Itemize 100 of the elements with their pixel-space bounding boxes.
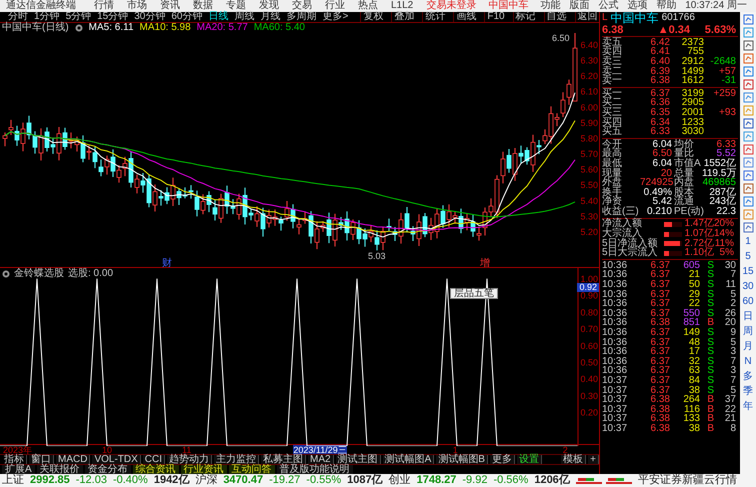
period-shortcut[interactable]: 1 bbox=[745, 235, 751, 248]
toolbar-icon[interactable] bbox=[742, 118, 754, 129]
menu-item[interactable]: 行业 bbox=[325, 1, 345, 11]
menu-item[interactable]: 帮助 bbox=[656, 1, 676, 11]
toolbar-icon[interactable] bbox=[742, 222, 754, 233]
period-shortcut[interactable]: 年 bbox=[743, 400, 753, 413]
info-tab[interactable]: 资金分布 bbox=[84, 464, 131, 474]
indicator-tab[interactable]: 设置 bbox=[516, 454, 542, 464]
floating-toolbar[interactable]: 层品五笔 bbox=[450, 288, 498, 299]
period-tab[interactable]: 月线 bbox=[260, 12, 280, 22]
toolbar-icon[interactable] bbox=[742, 170, 754, 181]
menu-item[interactable]: 公式 bbox=[598, 1, 618, 11]
menu-item[interactable]: L1L2 bbox=[391, 1, 414, 11]
toolbar-icon[interactable] bbox=[742, 183, 754, 194]
indicator-tab[interactable]: MA2 bbox=[308, 454, 334, 464]
menu-item[interactable]: 资讯 bbox=[160, 1, 180, 11]
chart-tool-button[interactable]: 复权 bbox=[360, 12, 386, 22]
period-tab[interactable]: 1分钟 bbox=[34, 12, 60, 22]
period-tab[interactable]: 5分钟 bbox=[66, 12, 92, 22]
info-tab[interactable]: 普及版功能说明 bbox=[276, 464, 353, 474]
toolbar-icon[interactable] bbox=[742, 209, 754, 220]
menu-item[interactable]: 版面 bbox=[569, 1, 590, 11]
toolbar-icon[interactable] bbox=[742, 66, 754, 77]
chart-tool-button[interactable]: 画线 bbox=[453, 12, 478, 22]
period-tab[interactable]: 30分钟 bbox=[134, 12, 166, 22]
chart-tool-button[interactable]: 叠加 bbox=[391, 12, 416, 22]
indicator-tab[interactable]: VOL-TDX bbox=[92, 454, 141, 464]
toolbar-icon[interactable] bbox=[742, 196, 754, 207]
period-tab[interactable]: 日线 bbox=[208, 12, 228, 22]
period-shortcut[interactable]: 5 bbox=[745, 250, 751, 263]
toolbar-icon[interactable] bbox=[742, 27, 754, 38]
period-shortcut[interactable]: 月 bbox=[743, 340, 753, 353]
event-marker[interactable]: 增 bbox=[480, 258, 490, 267]
cursor-value: 0.92 bbox=[577, 283, 599, 292]
tick-volume: 63 bbox=[688, 366, 700, 376]
add-button[interactable]: + bbox=[588, 454, 599, 464]
toolbar-icon[interactable] bbox=[742, 131, 754, 142]
menu-item[interactable]: 专题 bbox=[226, 1, 246, 11]
period-tab[interactable]: 分时 bbox=[8, 12, 28, 22]
toolbar-icon[interactable] bbox=[742, 92, 754, 103]
menu-item[interactable]: 功能 bbox=[540, 1, 560, 11]
period-shortcut[interactable]: 季 bbox=[743, 385, 753, 398]
toolbar-icon[interactable] bbox=[742, 53, 754, 64]
indicator-tab[interactable]: 测试幅图A bbox=[382, 454, 434, 464]
indicator-tab[interactable]: 窗口 bbox=[29, 454, 54, 464]
chart-tool-button[interactable]: F10 bbox=[484, 12, 507, 22]
chart-tool-button[interactable]: 标记 bbox=[512, 12, 538, 22]
period-tab[interactable]: 60分钟 bbox=[171, 12, 202, 22]
template-button[interactable]: 模板 bbox=[561, 454, 586, 464]
toolbar-icon[interactable] bbox=[742, 14, 754, 25]
tick-count: 7 bbox=[729, 376, 736, 386]
period-shortcut[interactable]: 30 bbox=[742, 280, 754, 293]
period-tab[interactable]: 周线 bbox=[234, 12, 254, 22]
tick-count: 7 bbox=[729, 356, 736, 367]
period-tab[interactable]: 多周期 bbox=[286, 12, 316, 22]
settings-icon[interactable] bbox=[74, 24, 83, 32]
info-tab[interactable]: 互动问答 bbox=[228, 464, 275, 474]
indicator-tab[interactable]: 测试主图 bbox=[336, 454, 381, 464]
toolbar-icon[interactable] bbox=[742, 79, 754, 90]
period-shortcut[interactable]: 周 bbox=[743, 325, 753, 338]
info-tab[interactable]: 关联报价 bbox=[36, 464, 83, 474]
chart-title: 中国中车(日线) bbox=[2, 23, 69, 33]
menu-item[interactable]: 数据 bbox=[193, 1, 213, 11]
period-shortcut[interactable]: 日 bbox=[743, 310, 753, 323]
settings-icon[interactable] bbox=[2, 270, 10, 278]
tick-count: 9 bbox=[729, 328, 736, 338]
indicator-tab[interactable]: 私募主图 bbox=[261, 454, 306, 464]
menu-item[interactable]: 发现 bbox=[259, 1, 279, 11]
price-label: 5.40 bbox=[580, 196, 598, 206]
tick-price: 6.38 bbox=[650, 404, 670, 415]
menu-item[interactable]: 选项 bbox=[627, 1, 648, 11]
toolbar-icon[interactable] bbox=[742, 144, 754, 155]
period-shortcut[interactable]: 多 bbox=[743, 370, 753, 383]
chart-tool-button[interactable]: 返回 bbox=[574, 12, 600, 22]
chart-tool-button[interactable]: 统计 bbox=[422, 12, 448, 22]
period-shortcut[interactable]: 60 bbox=[742, 295, 754, 308]
menu-item[interactable]: 热点 bbox=[358, 1, 378, 11]
indicator-tab[interactable]: 测试幅图B bbox=[436, 454, 488, 464]
menu-item[interactable]: 行情 bbox=[94, 1, 114, 11]
info-tab[interactable]: 行业资讯 bbox=[180, 464, 227, 474]
indicator-tab[interactable]: CCI bbox=[142, 454, 166, 464]
flow-percent: 14% bbox=[714, 229, 734, 240]
period-shortcut[interactable]: N bbox=[744, 355, 752, 368]
indicator-tab[interactable]: MACD bbox=[56, 454, 90, 464]
indicator-tab[interactable]: 主力监控 bbox=[214, 454, 260, 464]
indicator-tab[interactable]: 更多 bbox=[490, 454, 515, 464]
info-tab[interactable]: 综合资讯 bbox=[132, 464, 179, 474]
order-volume: 3199 bbox=[680, 88, 704, 99]
info-tab[interactable]: 扩展A bbox=[2, 464, 35, 474]
stat-value: 724925 bbox=[640, 178, 672, 188]
period-shortcut[interactable]: 15 bbox=[742, 265, 754, 278]
indicator-tab[interactable]: 趋势动力 bbox=[167, 454, 212, 464]
chart-tool-button[interactable]: 自选 bbox=[544, 12, 569, 22]
toolbar-icon[interactable] bbox=[742, 40, 754, 51]
index-value: 3470.47 bbox=[223, 475, 264, 486]
period-tab[interactable]: 15分钟 bbox=[97, 12, 128, 22]
period-tab[interactable]: 更多> bbox=[322, 12, 348, 22]
event-marker[interactable]: 财 bbox=[162, 258, 172, 267]
toolbar-icon[interactable] bbox=[742, 157, 754, 168]
stat-value: 5.52 bbox=[716, 149, 736, 160]
